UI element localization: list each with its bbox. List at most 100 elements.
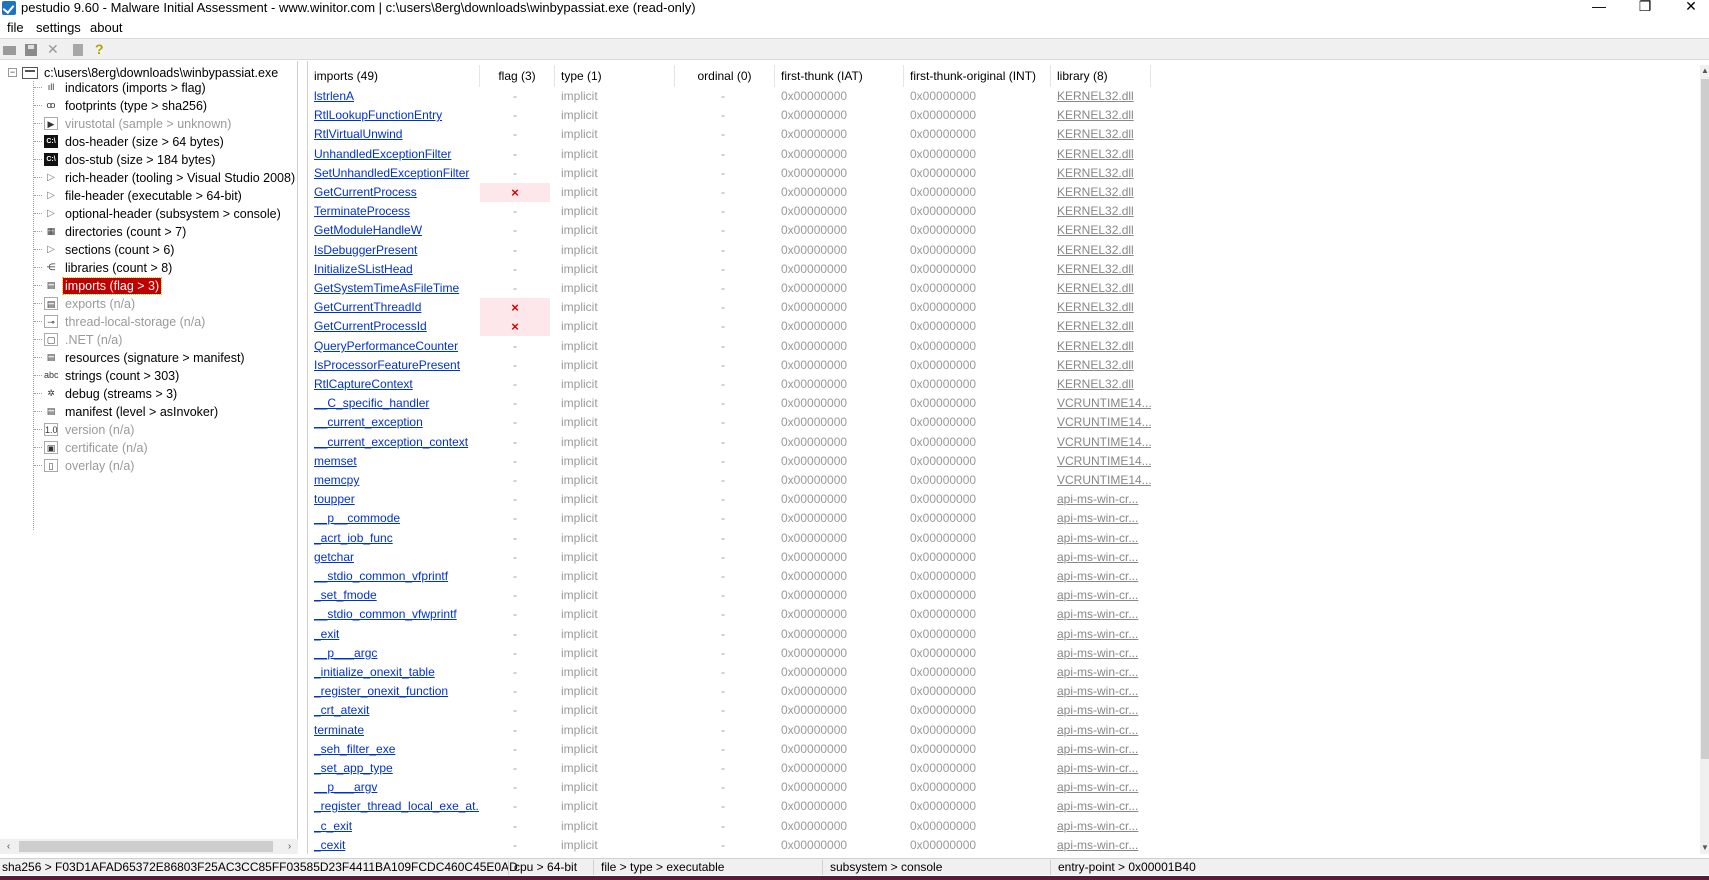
table-row[interactable]: __p___argc - implicit - 0x00000000 0x00000000… [308,644,1688,663]
collapse-icon[interactable]: − [8,68,17,77]
import-name[interactable]: __current_exception [314,413,479,432]
expand-arrow-icon[interactable]: ▷ [44,207,58,220]
cut-icon[interactable]: ✕ [47,42,61,57]
table-row[interactable]: UnhandledExceptionFilter - implicit - 0x0000… [308,145,1688,164]
library-cell[interactable]: VCRUNTIME14... [1051,452,1151,471]
import-name[interactable]: GetCurrentProcessId [314,317,479,336]
column-header-imports[interactable]: imports (49) [308,65,480,87]
import-name[interactable]: __stdio_common_vfprintf [314,567,479,586]
import-name[interactable]: _c_exit [314,817,479,836]
table-row[interactable]: GetSystemTimeAsFileTime - implicit - 0x00000… [308,279,1688,298]
table-row[interactable]: __p___argv - implicit - 0x00000000 0x00000000… [308,778,1688,797]
table-row[interactable]: RtlLookupFunctionEntry - implicit - 0x000000… [308,106,1688,125]
table-row[interactable]: _register_onexit_function - implicit - 0x000… [308,682,1688,701]
import-name[interactable]: SetUnhandledExceptionFilter [314,164,479,183]
table-row[interactable]: __p__commode - implicit - 0x00000000 0x000000… [308,509,1688,528]
scroll-down-icon[interactable]: ▼ [1700,842,1709,854]
scroll-right-icon[interactable]: › [281,839,298,854]
import-name[interactable]: __p__commode [314,509,479,528]
table-row[interactable]: QueryPerformanceCounter - implicit - 0x00000… [308,337,1688,356]
import-name[interactable]: memset [314,452,479,471]
column-header-ordinal[interactable]: ordinal (0) [675,65,775,87]
import-name[interactable]: GetSystemTimeAsFileTime [314,279,479,298]
library-cell[interactable]: api-ms-win-cr... [1051,529,1151,548]
table-row[interactable]: _exit - implicit - 0x00000000 0x00000000 api-m… [308,625,1688,644]
import-name[interactable]: __p___argv [314,778,479,797]
library-cell[interactable]: VCRUNTIME14... [1051,433,1151,452]
save-icon[interactable] [24,43,38,57]
import-name[interactable]: _seh_filter_exe [314,740,479,759]
library-cell[interactable]: VCRUNTIME14... [1051,471,1151,490]
table-row[interactable]: GetModuleHandleW - implicit - 0x00000000 0x00… [308,221,1688,240]
table-row[interactable]: GetCurrentProcess × implicit - 0x00000000 0x0… [308,183,1688,202]
import-name[interactable]: __p___argc [314,644,479,663]
library-cell[interactable]: KERNEL32.dll [1051,202,1151,221]
table-row[interactable]: memset - implicit - 0x00000000 0x00000000 VCRU… [308,452,1688,471]
open-folder-icon[interactable] [3,43,17,57]
library-cell[interactable]: api-ms-win-cr... [1051,836,1151,854]
library-cell[interactable]: KERNEL32.dll [1051,87,1151,106]
library-cell[interactable]: api-ms-win-cr... [1051,817,1151,836]
table-row[interactable]: _c_exit - implicit - 0x00000000 0x00000000 api… [308,817,1688,836]
import-name[interactable]: QueryPerformanceCounter [314,337,479,356]
scroll-left-icon[interactable]: ‹ [0,839,17,854]
library-cell[interactable]: KERNEL32.dll [1051,279,1151,298]
import-name[interactable]: RtlVirtualUnwind [314,125,479,144]
menu-file[interactable]: file [7,20,24,36]
library-cell[interactable]: KERNEL32.dll [1051,164,1151,183]
import-name[interactable]: IsProcessorFeaturePresent [314,356,479,375]
library-cell[interactable]: api-ms-win-cr... [1051,701,1151,720]
table-row[interactable]: GetCurrentThreadId × implicit - 0x00000000 0x… [308,298,1688,317]
column-header-flag[interactable]: flag (3) [480,65,555,87]
table-row[interactable]: __stdio_common_vfwprintf - implicit - 0x0000… [308,605,1688,624]
import-name[interactable]: RtlCaptureContext [314,375,479,394]
expand-arrow-icon[interactable]: ▷ [44,171,58,184]
import-name[interactable]: lstrlenA [314,87,479,106]
import-name[interactable]: getchar [314,548,479,567]
import-name[interactable]: _set_fmode [314,586,479,605]
library-cell[interactable]: KERNEL32.dll [1051,375,1151,394]
import-name[interactable]: memcpy [314,471,479,490]
import-name[interactable]: __current_exception_context [314,433,479,452]
library-cell[interactable]: api-ms-win-cr... [1051,586,1151,605]
table-row[interactable]: __current_exception - implicit - 0x00000000 0… [308,413,1688,432]
library-cell[interactable]: api-ms-win-cr... [1051,605,1151,624]
horizontal-scrollbar[interactable]: ‹ › [0,839,298,854]
table-row[interactable]: lstrlenA - implicit - 0x00000000 0x00000000 KE… [308,87,1688,106]
library-cell[interactable]: KERNEL32.dll [1051,298,1151,317]
import-name[interactable]: _crt_atexit [314,701,479,720]
help-icon[interactable]: ? [95,42,109,57]
import-name[interactable]: TerminateProcess [314,202,479,221]
library-cell[interactable]: api-ms-win-cr... [1051,490,1151,509]
import-name[interactable]: _register_onexit_function [314,682,479,701]
column-header-iat[interactable]: first-thunk (IAT) [775,65,904,87]
library-cell[interactable]: KERNEL32.dll [1051,221,1151,240]
table-row[interactable]: getchar - implicit - 0x00000000 0x00000000 api… [308,548,1688,567]
table-row[interactable]: IsDebuggerPresent - implicit - 0x00000000 0x0… [308,241,1688,260]
library-cell[interactable]: KERNEL32.dll [1051,260,1151,279]
table-row[interactable]: terminate - implicit - 0x00000000 0x00000000 a… [308,721,1688,740]
scroll-thumb[interactable] [19,841,273,852]
library-cell[interactable]: api-ms-win-cr... [1051,740,1151,759]
vertical-scroll-thumb[interactable] [1701,79,1709,759]
import-name[interactable]: _acrt_iob_func [314,529,479,548]
table-row[interactable]: __C_specific_handler - implicit - 0x00000000… [308,394,1688,413]
maximize-button[interactable]: ❐ [1622,0,1668,16]
expand-arrow-icon[interactable]: ▷ [44,243,58,256]
library-cell[interactable]: KERNEL32.dll [1051,183,1151,202]
library-cell[interactable]: KERNEL32.dll [1051,317,1151,336]
table-row[interactable]: _cexit - implicit - 0x00000000 0x00000000 api-… [308,836,1688,854]
import-name[interactable]: GetModuleHandleW [314,221,479,240]
import-name[interactable]: GetCurrentProcess [314,183,479,202]
library-cell[interactable]: KERNEL32.dll [1051,125,1151,144]
import-name[interactable]: _register_thread_local_exe_at... [314,797,479,816]
close-button[interactable]: ✕ [1668,0,1709,16]
library-cell[interactable]: KERNEL32.dll [1051,145,1151,164]
table-row[interactable]: IsProcessorFeaturePresent - implicit - 0x000… [308,356,1688,375]
library-cell[interactable]: KERNEL32.dll [1051,106,1151,125]
library-cell[interactable]: api-ms-win-cr... [1051,567,1151,586]
scroll-up-icon[interactable]: ▲ [1700,65,1709,77]
library-cell[interactable]: VCRUNTIME14... [1051,413,1151,432]
library-cell[interactable]: KERNEL32.dll [1051,356,1151,375]
import-name[interactable]: RtlLookupFunctionEntry [314,106,479,125]
